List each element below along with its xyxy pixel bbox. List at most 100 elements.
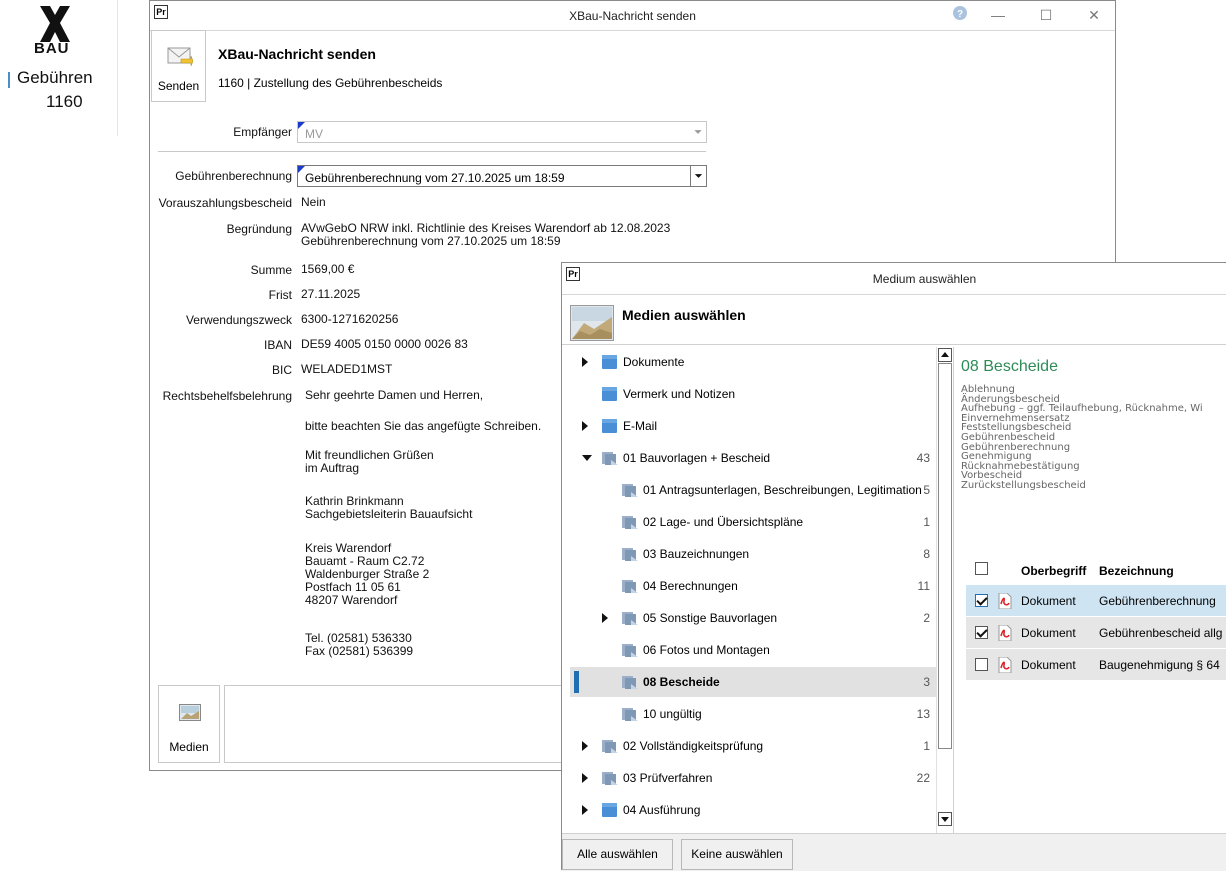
help-icon[interactable]: ? [950,5,970,24]
tree-item[interactable]: 06 Fotos und Montagen [570,635,936,665]
tree-item-label: 05 Sonstige Bauvorlagen [643,611,778,625]
gebuehrenberechnung-select[interactable]: Gebührenberechnung vom 27.10.2025 um 18:… [297,165,707,187]
tree-item[interactable]: Vermerk und Notizen [570,379,936,409]
tree-item[interactable]: 01 Antragsunterlagen, Beschreibungen, Le… [570,475,936,505]
folder-icon [602,771,618,785]
tree-item-count: 2 [923,611,930,625]
folder-icon [622,707,638,721]
medien-button[interactable]: Medien [158,685,220,763]
expand-icon[interactable] [582,773,588,783]
tree-item[interactable]: 02 Vollständigkeitsprüfung 1 [570,731,936,761]
scroll-thumb[interactable] [938,363,952,749]
pdf-icon [998,624,1012,642]
pdf-icon [998,656,1012,674]
tree-item[interactable]: 01 Bauvorlagen + Bescheid 43 [570,443,936,473]
image-icon [179,704,201,721]
folder-icon [622,611,638,625]
close-icon[interactable]: ✕ [1084,7,1104,24]
selection-marker [574,671,579,693]
media-tree[interactable]: Dokumente Vermerk und Notizen E-Mail 01 Bau… [570,347,954,833]
rechtsbehelf-greeting: Sehr geehrte Damen und Herren, [305,388,484,402]
frist-value: 27.11.2025 [301,287,361,301]
tile-number: 1160 [46,92,83,111]
row-checkbox[interactable] [975,626,988,639]
folder-icon [602,387,618,401]
row-oberbegriff: Dokument [1021,594,1076,608]
tree-item[interactable]: 03 Prüfverfahren 22 [570,763,936,793]
launcher-tile[interactable]: BAU Gebühren 1160 [0,0,118,136]
scroll-up-button[interactable] [938,348,952,362]
tree-item-count: 1 [923,515,930,529]
tree-item[interactable]: 04 Ausführung [570,795,936,825]
tree-item[interactable]: 05 Sonstige Bauvorlagen 2 [570,603,936,633]
select-all-button[interactable]: Alle auswählen [562,839,673,870]
tree-item-label: 03 Prüfverfahren [623,771,713,785]
folder-icon [622,675,638,689]
tree-item-label: 02 Lage- und Übersichtspläne [643,515,804,529]
tree-item[interactable]: 04 Berechnungen 11 [570,571,936,601]
tree-item-label: Vermerk und Notizen [623,387,736,401]
tree-item-count: 22 [916,771,930,785]
tree-item-count: 5 [923,483,930,497]
tree-item-label: 08 Bescheide [643,675,720,689]
select-all-checkbox[interactable] [975,562,988,575]
table-row[interactable]: Dokument Gebührenberechnung [966,585,1226,616]
letter-address: Kreis Warendorf Bauamt - Raum C2.72 Wald… [305,541,430,607]
tile-title: Gebühren [17,68,93,87]
table-row[interactable]: Dokument Gebührenbescheid allg [966,617,1226,648]
row-checkbox[interactable] [975,594,988,607]
tree-item-label: 04 Ausführung [623,803,701,817]
tree-item-label: 10 ungültig [643,707,702,721]
window-titlebar: Pr Medium auswählen [562,263,1226,295]
tree-item[interactable]: 02 Lage- und Übersichtspläne 1 [570,507,936,537]
folder-icon [602,451,618,465]
summe-value: 1569,00 € [301,262,355,276]
expand-icon[interactable] [582,357,588,367]
logo-bau-text: BAU [34,40,70,57]
letter-closing: Mit freundlichen Grüßen im Auftrag [305,448,434,475]
tree-item-count: 11 [917,579,930,593]
gebuehrenberechnung-label: Gebührenberechnung [175,169,292,183]
tree-item-label: 04 Berechnungen [643,579,738,593]
collapse-icon[interactable] [582,455,592,461]
scroll-down-button[interactable] [938,812,952,826]
expand-icon[interactable] [602,613,608,623]
chevron-down-icon [690,166,703,186]
expand-icon[interactable] [582,805,588,815]
send-button[interactable]: Senden [151,30,206,102]
maximize-icon[interactable]: ☐ [1036,7,1056,24]
minimize-icon[interactable]: — [988,7,1008,23]
folder-icon [622,579,638,593]
begruendung-label: Begründung [226,222,292,236]
chevron-down-icon [694,130,702,134]
tree-item[interactable]: Dokumente [570,347,936,377]
row-oberbegriff: Dokument [1021,658,1076,672]
folder-icon [622,515,638,529]
folder-icon [622,547,638,561]
empfaenger-select[interactable]: MV [297,121,707,143]
table-row[interactable]: Dokument Baugenehmigung § 64 [966,649,1226,680]
select-none-button[interactable]: Keine auswählen [681,839,793,870]
folder-icon [622,483,638,497]
tree-scrollbar[interactable] [936,347,953,833]
expand-icon[interactable] [582,421,588,431]
tree-item[interactable]: 10 ungültig 13 [570,699,936,729]
summe-label: Summe [250,263,292,277]
medien-button-label: Medien [169,740,209,754]
row-checkbox[interactable] [975,658,988,671]
tree-item[interactable]: E-Mail [570,411,936,441]
tree-item-count: 8 [923,547,930,561]
expand-icon[interactable] [582,741,588,751]
attachments-area[interactable] [224,685,564,763]
tree-item-label: E-Mail [623,419,658,433]
verwendungszweck-label: Verwendungszweck [185,313,292,327]
col-oberbegriff: Oberbegriff [1021,564,1087,578]
frist-label: Frist [268,288,292,302]
iban-value: DE59 4005 0150 0000 0026 83 [301,337,468,351]
tree-item[interactable]: 03 Bauzeichnungen 8 [570,539,936,569]
begruendung-value: AVwGebO NRW inkl. Richtlinie des Kreises… [301,221,671,248]
tree-item[interactable]: 08 Bescheide 3 [570,667,936,697]
svg-text:?: ? [957,9,963,20]
row-bezeichnung: Baugenehmigung § 64 [1099,658,1220,672]
gebuehrenberechnung-value: Gebührenberechnung vom 27.10.2025 um 18:… [305,171,565,185]
